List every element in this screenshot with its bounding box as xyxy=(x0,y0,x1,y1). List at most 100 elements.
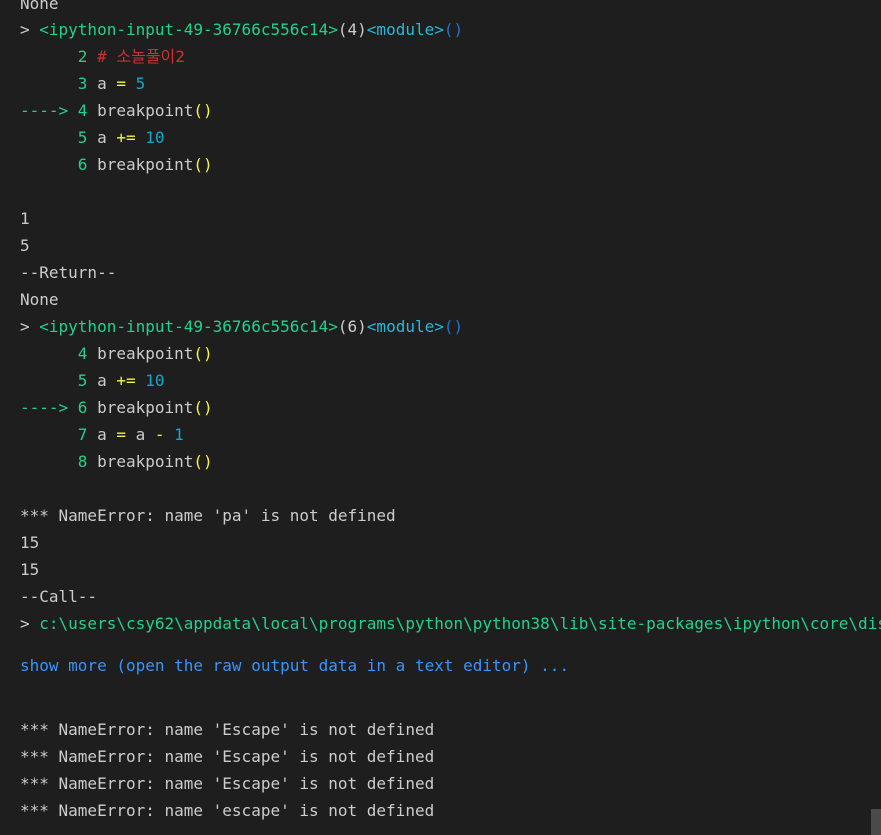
output-line-none: None xyxy=(20,0,59,13)
line-pointer xyxy=(20,425,78,444)
line-number: 6 xyxy=(77,155,88,174)
call-marker: --Call-- xyxy=(20,587,98,606)
show-more-link[interactable]: show more (open the raw output data in a… xyxy=(20,652,569,679)
line-number: 5 xyxy=(77,128,88,147)
debugger-frame-line: > <ipython-input-49-36766c556c14>(6)<mod… xyxy=(20,313,463,340)
frame-lineno: (4) xyxy=(337,20,367,39)
frame-file: <ipython-input-49-36766c556c14> xyxy=(39,20,338,39)
code-token: a xyxy=(97,74,117,93)
line-pointer: ----> xyxy=(20,398,78,417)
source-line: 8 breakpoint() xyxy=(20,448,213,475)
line-number: 4 xyxy=(77,344,88,363)
code-token: a xyxy=(125,425,155,444)
scrollbar-thumb[interactable] xyxy=(871,809,881,835)
frame-module: <module> xyxy=(366,317,444,336)
source-line: 2 # 소놀풀이2 xyxy=(20,43,185,70)
line-number: 3 xyxy=(77,74,88,93)
line-number: 5 xyxy=(77,371,88,390)
error-line: *** NameError: name 'Escape' is not defi… xyxy=(20,747,435,766)
output-line: 15 xyxy=(20,533,40,552)
return-marker: --Return-- xyxy=(20,263,117,282)
code-token: a xyxy=(97,425,117,444)
source-line: 7 a = a - 1 xyxy=(20,421,184,448)
line-pointer xyxy=(20,74,78,93)
line-pointer xyxy=(20,371,78,390)
line-number: 4 xyxy=(77,101,88,120)
source-line: 4 breakpoint() xyxy=(20,340,213,367)
output-line: 5 xyxy=(20,236,30,255)
output-line: 15 xyxy=(20,560,40,579)
frame-module-parens: () xyxy=(443,20,464,39)
frame-lineno: (6) xyxy=(337,317,367,336)
code-token: 5 xyxy=(135,74,146,93)
error-line: *** NameError: name 'escape' is not defi… xyxy=(20,801,435,820)
code-token: 10 xyxy=(145,371,165,390)
code-token: breakpoint xyxy=(97,344,194,363)
code-token: breakpoint xyxy=(97,398,194,417)
line-number: 6 xyxy=(77,398,88,417)
code-token: += xyxy=(116,128,136,147)
code-token: breakpoint xyxy=(97,155,194,174)
line-pointer: ----> xyxy=(20,101,78,120)
source-line: ----> 4 breakpoint() xyxy=(20,97,213,124)
source-line: 3 a = 5 xyxy=(20,70,145,97)
code-token: () xyxy=(193,452,213,471)
error-line: *** NameError: name 'pa' is not defined xyxy=(20,506,396,525)
line-pointer xyxy=(20,155,78,174)
line-pointer xyxy=(20,47,78,66)
code-token: () xyxy=(193,101,213,120)
code-token: breakpoint xyxy=(97,452,194,471)
debugger-frame-line: > <ipython-input-49-36766c556c14>(4)<mod… xyxy=(20,16,463,43)
frame-file: <ipython-input-49-36766c556c14> xyxy=(39,317,338,336)
code-token: # 소놀풀이2 xyxy=(97,47,185,66)
line-pointer xyxy=(20,452,78,471)
error-line: *** NameError: name 'Escape' is not defi… xyxy=(20,774,435,793)
error-line: *** NameError: name 'Escape' is not defi… xyxy=(20,720,435,739)
return-value: None xyxy=(20,290,59,309)
output-line: 1 xyxy=(20,209,30,228)
line-number: 7 xyxy=(77,425,88,444)
code-token: 10 xyxy=(145,128,165,147)
frame-path: c:\users\csy62\appdata\local\programs\py… xyxy=(39,614,881,633)
code-token: = xyxy=(116,74,126,93)
frame-marker: > xyxy=(20,317,40,336)
line-pointer xyxy=(20,128,78,147)
code-token: () xyxy=(193,398,213,417)
code-token: () xyxy=(193,155,213,174)
code-token: 1 xyxy=(174,425,184,444)
line-pointer xyxy=(20,344,78,363)
frame-module: <module> xyxy=(366,20,444,39)
code-token: breakpoint xyxy=(97,101,194,120)
frame-marker: > xyxy=(20,614,40,633)
source-line: ----> 6 breakpoint() xyxy=(20,394,213,421)
code-token: a xyxy=(97,371,117,390)
source-line: 5 a += 10 xyxy=(20,124,165,151)
line-number: 2 xyxy=(77,47,88,66)
frame-module-parens: () xyxy=(443,317,464,336)
frame-marker: > xyxy=(20,20,40,39)
line-number: 8 xyxy=(77,452,88,471)
code-token: () xyxy=(193,344,213,363)
code-token: - xyxy=(154,425,165,444)
source-line: 6 breakpoint() xyxy=(20,151,213,178)
code-token: a xyxy=(97,128,117,147)
source-line: 5 a += 10 xyxy=(20,367,165,394)
code-token: = xyxy=(116,425,126,444)
notebook-cell-output: None > <ipython-input-49-36766c556c14>(4… xyxy=(0,0,881,835)
debugger-frame-line: > c:\users\csy62\appdata\local\programs\… xyxy=(20,610,881,637)
code-token: += xyxy=(116,371,136,390)
